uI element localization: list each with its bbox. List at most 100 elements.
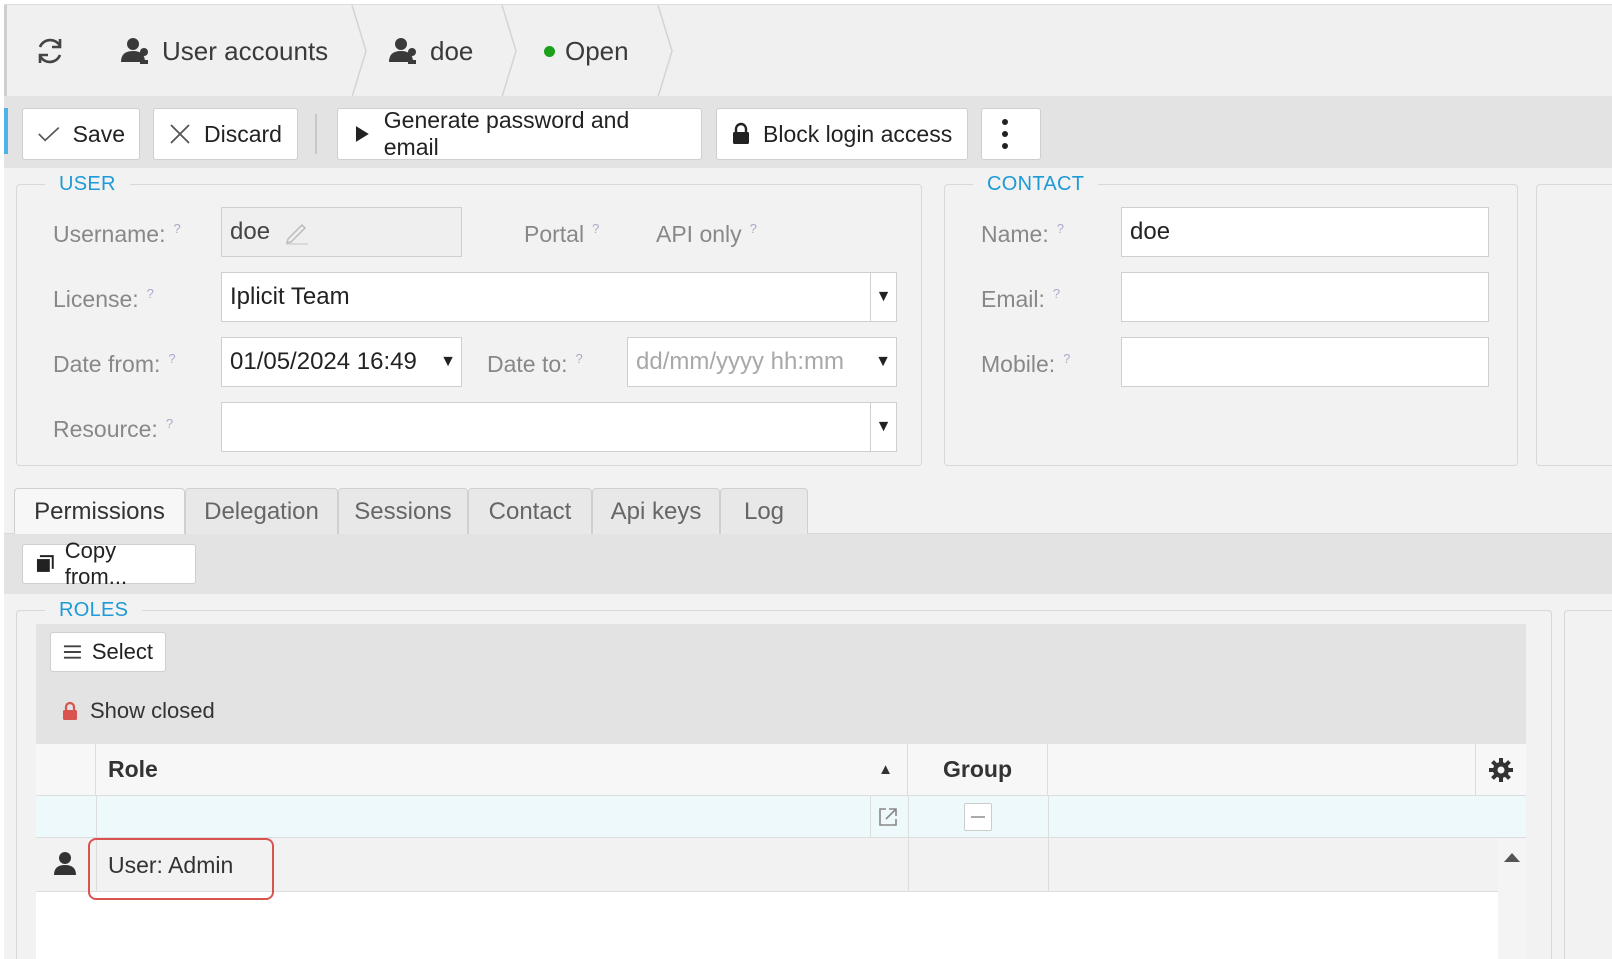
username-value: doe bbox=[230, 218, 271, 245]
user-legend: USER bbox=[45, 173, 130, 196]
tab-permissions[interactable]: Permissions bbox=[14, 488, 185, 535]
toolbar: Save Discard Generate password and email… bbox=[4, 96, 1612, 168]
more-options-button[interactable] bbox=[981, 108, 1041, 160]
tab-delegation[interactable]: Delegation bbox=[185, 488, 338, 534]
chevron-down-icon[interactable]: ▼ bbox=[870, 403, 896, 451]
tab-label: Api keys bbox=[610, 497, 702, 525]
filter-row bbox=[36, 796, 1526, 838]
role-column-header[interactable]: Role ▲ bbox=[96, 744, 908, 796]
breadcrumb-user-accounts[interactable]: User accounts bbox=[118, 5, 328, 97]
name-field[interactable]: doe bbox=[1121, 207, 1489, 257]
generate-label: Generate password and email bbox=[383, 107, 630, 160]
username-label: Username:? bbox=[53, 221, 181, 247]
lock-icon bbox=[733, 122, 749, 144]
tab-api-keys[interactable]: Api keys bbox=[592, 488, 720, 534]
close-icon bbox=[170, 124, 190, 144]
date-to-label: Date to:? bbox=[487, 351, 583, 377]
breadcrumb-label: User accounts bbox=[162, 35, 329, 66]
chevron-down-icon[interactable]: ▼ bbox=[435, 338, 461, 386]
help-icon: ? bbox=[749, 221, 757, 237]
user-fieldset: USER Username:? doe Portal? API only? Li… bbox=[16, 173, 922, 466]
email-field[interactable] bbox=[1121, 272, 1489, 322]
minus-icon bbox=[971, 816, 985, 818]
date-from-value: 01/05/2024 16:49 bbox=[230, 348, 417, 375]
user-icon bbox=[389, 38, 416, 64]
breadcrumb-separator bbox=[351, 5, 367, 97]
date-from-label: Date from:? bbox=[53, 351, 176, 377]
roles-side-box bbox=[1564, 610, 1612, 959]
lock-icon bbox=[63, 701, 77, 720]
roles-grid-toolbar: Select Show closed bbox=[36, 624, 1526, 744]
status-dot-icon bbox=[544, 45, 555, 57]
license-value: Iplicit Team bbox=[230, 283, 350, 310]
license-select[interactable]: Iplicit Team ▼ bbox=[221, 272, 897, 322]
help-icon: ? bbox=[575, 351, 583, 367]
toolbar-separator bbox=[315, 114, 317, 154]
roles-area: ROLES Select Show closed Role ▲ Group Us… bbox=[4, 594, 1612, 959]
tab-label: Delegation bbox=[204, 497, 319, 525]
help-icon: ? bbox=[165, 416, 174, 432]
date-to-field[interactable]: dd/mm/yyyy hh:mm ▼ bbox=[627, 337, 897, 387]
select-button[interactable]: Select bbox=[50, 632, 166, 672]
date-to-placeholder: dd/mm/yyyy hh:mm bbox=[636, 348, 845, 375]
pencil-icon[interactable] bbox=[284, 219, 310, 245]
show-closed-toggle[interactable]: Show closed bbox=[62, 698, 215, 724]
discard-button[interactable]: Discard bbox=[153, 108, 298, 160]
tab-label: Sessions bbox=[354, 497, 452, 525]
breadcrumb-separator bbox=[501, 5, 517, 97]
name-label: Name:? bbox=[981, 221, 1064, 247]
left-edge-divider bbox=[4, 5, 7, 97]
breadcrumb: User accounts doe Open bbox=[4, 4, 1612, 97]
more-vertical-icon bbox=[1002, 119, 1008, 149]
scroll-up-icon[interactable] bbox=[1502, 850, 1522, 864]
tab-sessions[interactable]: Sessions bbox=[338, 488, 468, 534]
block-login-button[interactable]: Block login access bbox=[716, 108, 968, 160]
contact-fieldset: CONTACT Name:? doe Email:? Mobile:? bbox=[944, 173, 1518, 466]
list-icon bbox=[63, 645, 81, 659]
resource-select[interactable]: ▼ bbox=[221, 402, 897, 452]
help-icon: ? bbox=[1063, 351, 1071, 367]
username-field: doe bbox=[221, 207, 462, 257]
column-divider bbox=[870, 796, 871, 838]
api-only-label[interactable]: API only? bbox=[656, 221, 757, 248]
mobile-field[interactable] bbox=[1121, 337, 1489, 387]
sort-ascending-icon[interactable]: ▲ bbox=[878, 761, 893, 778]
column-divider bbox=[96, 796, 97, 838]
column-settings-button[interactable] bbox=[1476, 744, 1526, 796]
copy-icon bbox=[36, 555, 54, 572]
refresh-icon[interactable] bbox=[34, 35, 66, 67]
roles-legend: ROLES bbox=[45, 599, 143, 622]
scrollbar[interactable] bbox=[1498, 838, 1526, 959]
row-icon-header bbox=[36, 744, 96, 796]
help-icon: ? bbox=[1056, 221, 1064, 237]
copy-from-button[interactable]: Copy from... bbox=[22, 538, 196, 589]
portal-label[interactable]: Portal? bbox=[524, 221, 599, 248]
breadcrumb-separator bbox=[657, 5, 673, 97]
copy-from-label: Copy from... bbox=[64, 538, 128, 589]
email-label: Email:? bbox=[981, 286, 1061, 312]
tab-label: Log bbox=[743, 497, 785, 525]
chevron-down-icon[interactable]: ▼ bbox=[870, 338, 896, 386]
form-area: USER Username:? doe Portal? API only? Li… bbox=[4, 168, 1612, 488]
mobile-label: Mobile:? bbox=[981, 351, 1071, 377]
toolbar-accent bbox=[4, 108, 8, 154]
save-button[interactable]: Save bbox=[22, 108, 140, 160]
external-link-icon[interactable] bbox=[877, 806, 899, 828]
tab-contact[interactable]: Contact bbox=[468, 488, 592, 534]
chevron-down-icon[interactable]: ▼ bbox=[870, 273, 896, 321]
breadcrumb-user-doe[interactable]: doe bbox=[386, 5, 473, 97]
generate-password-button[interactable]: Generate password and email bbox=[337, 107, 702, 160]
block-label: Block login access bbox=[763, 120, 953, 147]
help-icon: ? bbox=[173, 221, 181, 237]
group-column-header[interactable]: Group bbox=[908, 744, 1048, 796]
select-label: Select bbox=[91, 639, 153, 664]
show-closed-label: Show closed bbox=[90, 698, 215, 723]
column-divider bbox=[908, 838, 909, 892]
group-filter-checkbox[interactable] bbox=[964, 803, 992, 831]
date-from-field[interactable]: 01/05/2024 16:49 ▼ bbox=[221, 337, 462, 387]
checkmark-icon bbox=[38, 127, 60, 142]
tab-log[interactable]: Log bbox=[720, 488, 808, 534]
column-divider bbox=[908, 796, 909, 838]
roles-grid: Role ▲ Group User: Admin bbox=[36, 744, 1526, 959]
tab-label: Contact bbox=[488, 497, 572, 525]
